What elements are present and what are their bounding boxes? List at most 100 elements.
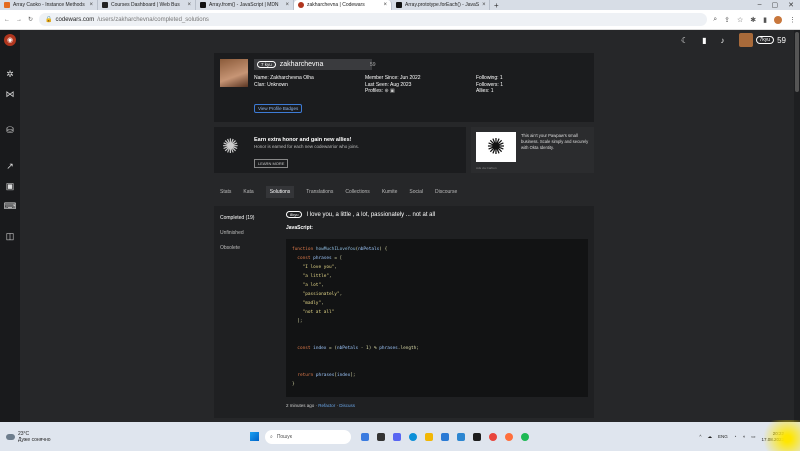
dark-mode-icon[interactable]: ☾ — [681, 36, 688, 45]
file-explorer-icon[interactable] — [425, 432, 433, 441]
kata-kyu-badge: 8kyu — [286, 211, 303, 218]
maximize-icon[interactable]: ▢ — [772, 1, 779, 9]
language-indicator[interactable]: ENG — [718, 434, 728, 439]
extensions-icon[interactable]: ✱ — [750, 16, 756, 24]
browser-tab-2[interactable]: Array.from() - JavaScript | MDN × — [196, 0, 294, 10]
tab-stats[interactable]: Stats — [220, 189, 231, 195]
app-icon[interactable] — [505, 432, 513, 441]
codewars-logo-icon[interactable]: ◉ — [4, 34, 16, 46]
volume-icon[interactable]: ◖ — [742, 434, 745, 439]
search-icon: ⌕ — [270, 433, 273, 440]
ad-via[interactable]: Ads via Carbon — [476, 166, 497, 170]
url-field[interactable]: 🔒 codewars.com/users/zakharchevna/comple… — [39, 13, 708, 26]
tab-favicon-icon — [298, 2, 304, 8]
book-icon[interactable]: ◫ — [0, 226, 20, 246]
tab-collections[interactable]: Collections — [345, 189, 369, 195]
solution-item: 8kyu I love you, a little , a lot, passi… — [280, 206, 594, 418]
edge-icon[interactable] — [409, 432, 417, 441]
vscode-icon[interactable] — [457, 432, 465, 441]
subnav-completed[interactable]: Completed (19) — [214, 210, 280, 225]
practice-icon[interactable]: ⋈ — [0, 84, 20, 104]
tab-discourse[interactable]: Discourse — [435, 189, 457, 195]
close-tab-icon[interactable]: × — [187, 2, 191, 8]
browser-tab-1[interactable]: Courses Dashboard | Web Bus × — [98, 0, 196, 10]
page-scrollbar[interactable] — [794, 30, 800, 422]
close-tab-icon[interactable]: × — [285, 2, 289, 8]
training-icon[interactable]: ✲ — [0, 64, 20, 84]
star-icon[interactable]: ☆ — [737, 16, 743, 24]
referral-promo: ✺ Earn extra honor and gain new allies! … — [214, 127, 594, 177]
weather-widget[interactable]: 23°C Дуже сонячно — [0, 431, 200, 443]
chevron-up-icon[interactable]: ^ — [699, 434, 701, 439]
browser-tab-0[interactable]: Array Caoko - Instance Methods × — [0, 0, 98, 10]
kata-title[interactable]: I love you, a little , a lot, passionate… — [306, 212, 435, 218]
chrome-icon[interactable] — [489, 432, 497, 441]
browser-tab-strip: Array Caoko - Instance Methods × Courses … — [0, 0, 800, 10]
profile-meta-left: Name: Zakharchevna Olha Clan: Unknown — [254, 75, 314, 88]
promo-title: Earn extra honor and gain new allies! — [254, 137, 352, 143]
docs-icon[interactable]: ▣ — [0, 176, 20, 196]
profile-meta-right: Following: 1 Followers: 1 Allies: 1 — [476, 75, 503, 94]
profile-card: 7 kyu zakharchevna 59 Name: Zakharchevna… — [214, 53, 594, 122]
sidebar-icon[interactable]: ▮ — [763, 16, 767, 24]
discuss-link[interactable]: Discuss — [339, 403, 355, 408]
tab-kumite[interactable]: Kumite — [382, 189, 398, 195]
close-tab-icon[interactable]: × — [383, 2, 387, 8]
terminal-icon[interactable] — [473, 432, 481, 441]
scrollbar-thumb[interactable] — [795, 32, 799, 92]
battery-icon[interactable]: ▭ — [751, 434, 755, 440]
honor-count: 59 — [777, 35, 786, 45]
refactor-link[interactable]: Refactor — [318, 403, 335, 408]
chat-app-icon[interactable] — [393, 432, 401, 441]
new-tab-button[interactable]: + — [490, 1, 503, 10]
reload-icon[interactable]: ↻ — [28, 16, 33, 23]
tab-kata[interactable]: Kata — [243, 189, 253, 195]
cloud-sync-icon[interactable]: ☁ — [708, 434, 713, 440]
close-window-icon[interactable]: ✕ — [788, 1, 794, 9]
user-menu[interactable]: 7kyu 59 — [738, 33, 786, 47]
tab-translations[interactable]: Translations — [306, 189, 333, 195]
chat-icon[interactable]: ⌨ — [0, 196, 20, 216]
taskbar-search[interactable]: ⌕ Пошук — [265, 429, 351, 444]
solution-language: JavaScript: — [286, 225, 313, 231]
weather-desc: Дуже сонячно — [18, 436, 51, 443]
profile-avatar-icon[interactable] — [774, 15, 782, 24]
forward-icon[interactable]: → — [16, 17, 22, 23]
wifi-icon[interactable]: ◔ — [734, 434, 737, 439]
bookmark-icon[interactable]: ▮ — [702, 36, 706, 45]
leaderboards-icon[interactable]: ⛁ — [0, 120, 20, 140]
notifications-icon[interactable]: ♪ — [721, 36, 725, 45]
share-icon[interactable]: ⇪ — [724, 16, 730, 24]
carbon-ad[interactable]: ✺ This ain't your Pawpaw's small busines… — [471, 127, 594, 173]
learn-more-button[interactable]: LEARN MORE — [254, 159, 289, 168]
close-tab-icon[interactable]: × — [482, 2, 486, 8]
windows-taskbar: 23°C Дуже сонячно ⌕ Пошук ^ ☁ ENG ◔ ◖ ▭ … — [0, 422, 800, 451]
view-badges-button[interactable]: View Profile Badges — [254, 104, 303, 113]
tab-social[interactable]: Social — [409, 189, 423, 195]
linkedin-icon[interactable]: ▣ — [390, 88, 395, 94]
menu-icon[interactable]: ⋮ — [789, 16, 796, 24]
subnav-unfinished[interactable]: Unfinished — [214, 225, 280, 240]
clock[interactable]: 20:22 17.08.2023 — [761, 431, 784, 443]
mail-icon[interactable] — [441, 432, 449, 441]
minimize-icon[interactable]: – — [758, 1, 762, 9]
github-icon[interactable]: ⊕ — [384, 88, 388, 94]
task-view-icon[interactable] — [377, 432, 385, 441]
trending-icon[interactable]: ↗ — [0, 156, 20, 176]
widgets-icon[interactable] — [361, 432, 369, 441]
profile-content: 7 kyu zakharchevna 59 Name: Zakharchevna… — [214, 53, 594, 418]
url-host: codewars.com — [55, 16, 95, 23]
browser-tab-3[interactable]: zakharchevna | Codewars × — [294, 0, 392, 10]
spotify-icon[interactable] — [521, 432, 529, 441]
kata-title-row: 8kyu I love you, a little , a lot, passi… — [286, 211, 588, 218]
back-icon[interactable]: ← — [4, 17, 10, 23]
windows-start-icon[interactable] — [250, 432, 259, 441]
ad-text: This ain't your Pawpaw's small business.… — [521, 133, 589, 150]
browser-tab-4[interactable]: Array.prototype.forEach() - JavaS × — [392, 0, 490, 10]
subnav-obsolete[interactable]: Obsolete — [214, 240, 280, 255]
profile-meta-middle: Member Since: Jun 2022 Last Seen: Aug 20… — [365, 75, 421, 94]
zoom-icon[interactable]: ⌕ — [713, 16, 717, 24]
tab-solutions[interactable]: Solutions — [265, 185, 295, 198]
okta-logo-icon: ✺ — [476, 132, 516, 162]
close-tab-icon[interactable]: × — [89, 2, 93, 8]
